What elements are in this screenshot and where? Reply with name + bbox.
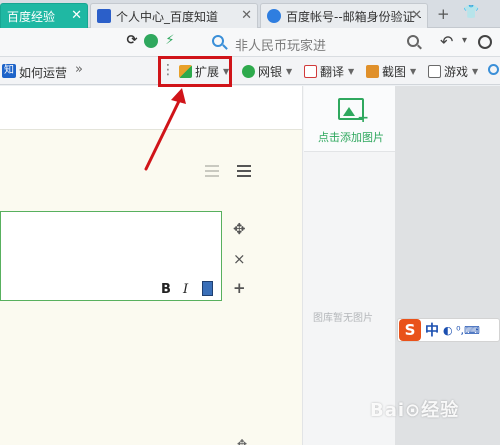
chevron-down-icon[interactable]: ▾ [462,35,467,46]
close-icon[interactable]: ✕ [71,8,82,23]
search-icon[interactable] [488,64,499,75]
extension-label: 网银 [258,65,283,79]
add-step-icon[interactable]: + [233,279,246,297]
tab-label: 百度经验 [7,9,56,24]
add-image-label[interactable]: 点击添加图片 [318,129,384,145]
tab-label: 百度帐号--邮箱身份验证 - [286,9,421,24]
right-gutter [395,86,500,445]
search-input[interactable]: 非人民币玩家进 [235,35,326,54]
bookmark-toolbar: 知 如何运营 » ⋮ 扩展 ▼ 网银 ▼ 翻译 ▼ 截图 ▼ 游戏 ▼ [0,57,500,85]
game-icon [428,65,441,78]
address-icons: ⟳ ⚡ [125,34,177,48]
refresh-icon[interactable]: ⟳ [125,34,139,48]
bookmarks-more-button[interactable]: » [75,62,83,77]
tab-bar: 百度经验 ✕ 个人中心_百度知道 ✕ 百度帐号--邮箱身份验证 - ✕ + 👕 [0,0,500,28]
tab-baidu-account[interactable]: 百度帐号--邮箱身份验证 - ✕ [260,3,428,28]
ime-toolbar[interactable]: S 中 ◐ ⁰,⌨ [397,318,500,342]
chevron-down-icon[interactable]: ▼ [472,67,478,76]
chevron-down-icon[interactable]: ▼ [348,67,354,76]
search-engine-icon[interactable] [212,35,224,47]
ordered-list-icon[interactable] [205,164,219,178]
tab-label: 个人中心_百度知道 [116,9,219,24]
add-image-icon[interactable] [338,98,369,126]
chevron-down-icon[interactable]: ▼ [286,67,292,76]
watermark: Bai⊙经验 [370,400,460,421]
close-icon[interactable]: ✕ [241,8,252,23]
ime-chinese-mode[interactable]: 中 [425,320,439,340]
paw-icon [97,9,111,23]
baidu-logo-icon [267,9,281,23]
step-text-input[interactable] [0,211,222,301]
sogou-icon[interactable]: S [399,319,421,341]
close-icon[interactable]: ✕ [411,8,422,23]
tab-baidu-zhidao[interactable]: 个人中心_百度知道 ✕ [90,3,258,28]
italic-button[interactable]: I [183,282,188,297]
ime-symbols[interactable]: ◐ ⁰,⌨ [443,324,480,337]
address-bar: ⟳ ⚡ 非人民币玩家进 ↶ ▾ [0,28,500,57]
new-tab-button[interactable]: + [437,5,450,23]
extension-label: 翻译 [320,65,345,79]
extension-label: 游戏 [444,65,469,79]
editor-header [0,86,302,130]
games-button[interactable]: 游戏 ▼ [428,63,478,80]
scissors-icon [366,65,379,78]
undo-icon[interactable]: ↶ [440,32,453,51]
bookmark-item[interactable]: 如何运营 [19,64,67,81]
highlight-box [158,56,232,87]
chevron-down-icon[interactable]: ▼ [410,67,416,76]
skin-icon[interactable]: 👕 [463,5,479,20]
translate-icon [304,65,317,78]
search-icon[interactable] [407,35,419,47]
bank-icon [242,65,255,78]
shield-icon[interactable] [144,34,158,48]
move-icon[interactable]: ✥ [233,220,246,238]
empty-gallery-label: 图库暂无图片 [313,313,373,324]
extension-label: 截图 [382,65,407,79]
screenshot-button[interactable]: 截图 ▼ [366,63,416,80]
zhihu-icon: 知 [2,64,16,78]
user-icon[interactable] [478,35,492,49]
bank-button[interactable]: 网银 ▼ [242,63,292,80]
film-icon[interactable] [202,281,213,296]
move-icon[interactable]: ✥ [237,437,247,445]
delete-icon[interactable]: × [233,250,246,268]
unordered-list-icon[interactable] [237,164,251,178]
bold-button[interactable]: B [161,282,171,297]
translate-button[interactable]: 翻译 ▼ [304,63,354,80]
lightning-icon[interactable]: ⚡ [163,34,177,48]
tab-baidu-jingyan[interactable]: 百度经验 ✕ [0,3,88,28]
